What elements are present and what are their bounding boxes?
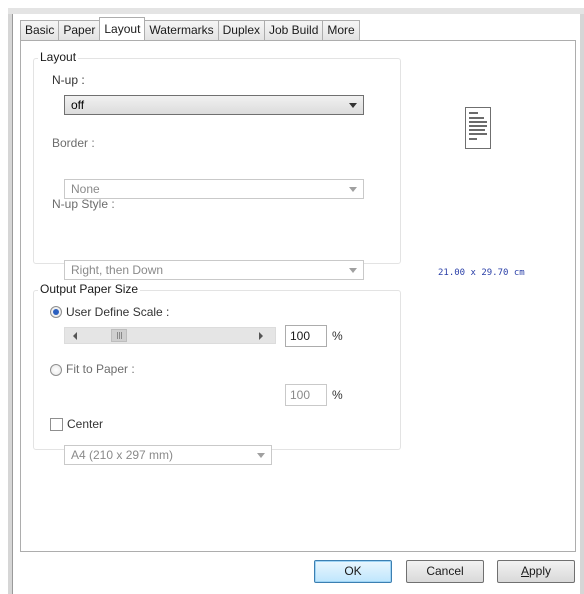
apply-button[interactable]: Apply	[497, 560, 575, 583]
window-right-frame	[580, 14, 584, 594]
tab-layout[interactable]: Layout	[99, 17, 146, 40]
cancel-button[interactable]: Cancel	[406, 560, 484, 583]
tab-basic[interactable]: Basic	[20, 20, 60, 40]
window-left-edge	[12, 14, 13, 594]
chevron-down-icon	[349, 187, 357, 192]
fit-to-paper-label: Fit to Paper :	[66, 362, 135, 376]
scroll-thumb[interactable]	[111, 329, 127, 342]
fit-paper-select[interactable]: A4 (210 x 297 mm)	[64, 445, 272, 465]
nup-style-select-value: Right, then Down	[71, 263, 164, 277]
scroll-left-arrow-icon[interactable]	[73, 332, 77, 340]
border-select-value: None	[71, 182, 100, 196]
preview-line	[469, 121, 487, 123]
user-define-scale-label: User Define Scale :	[66, 305, 170, 319]
nup-style-select[interactable]: Right, then Down	[64, 260, 364, 280]
preview-line	[469, 112, 478, 114]
page-preview	[465, 107, 491, 149]
user-define-scale-radio[interactable]	[50, 306, 62, 318]
fit-percent-label: %	[332, 388, 343, 402]
thumb-grip	[117, 332, 118, 339]
apply-button-mnemonic: A	[520, 564, 529, 578]
output-group-title: Output Paper Size	[38, 282, 141, 296]
fit-scale-input[interactable]: 100	[285, 384, 327, 406]
scale-scrollbar[interactable]	[64, 327, 276, 344]
preview-line	[469, 117, 484, 119]
center-checkbox[interactable]	[50, 418, 63, 431]
nup-select[interactable]: off	[64, 95, 364, 115]
chevron-down-icon	[349, 103, 357, 108]
paper-size-readout: 21.00 x 29.70 cm	[438, 268, 525, 278]
scale-percent-label: %	[332, 329, 343, 343]
tab-paper[interactable]: Paper	[58, 20, 101, 40]
preview-line	[469, 129, 485, 131]
layout-group	[33, 58, 401, 264]
tab-more[interactable]: More	[322, 20, 360, 40]
fit-to-paper-radio[interactable]	[50, 364, 62, 376]
nup-label: N-up :	[52, 73, 85, 87]
scale-input[interactable]: 100	[285, 325, 327, 347]
border-select[interactable]: None	[64, 179, 364, 199]
fit-paper-select-value: A4 (210 x 297 mm)	[71, 448, 174, 462]
border-label: Border :	[52, 136, 95, 150]
preview-line	[469, 133, 487, 135]
nup-select-value: off	[71, 98, 85, 112]
nup-style-label: N-up Style :	[52, 197, 115, 211]
apply-button-label: pply	[529, 564, 552, 578]
ok-button[interactable]: OK	[314, 560, 392, 583]
tab-strip: Basic Paper Layout Watermarks Duplex Job…	[20, 17, 360, 40]
tab-watermarks[interactable]: Watermarks	[144, 20, 219, 40]
chevron-down-icon	[349, 268, 357, 273]
thumb-grip	[119, 332, 120, 339]
layout-group-title: Layout	[38, 50, 79, 64]
tab-duplex[interactable]: Duplex	[217, 20, 265, 40]
thumb-grip	[121, 332, 122, 339]
center-label: Center	[67, 417, 104, 431]
preview-line	[469, 138, 477, 140]
preview-line	[469, 125, 487, 127]
window-top-frame	[8, 8, 584, 14]
tab-job-build[interactable]: Job Build	[264, 20, 324, 40]
chevron-down-icon	[257, 453, 265, 458]
scroll-right-arrow-icon[interactable]	[259, 332, 263, 340]
